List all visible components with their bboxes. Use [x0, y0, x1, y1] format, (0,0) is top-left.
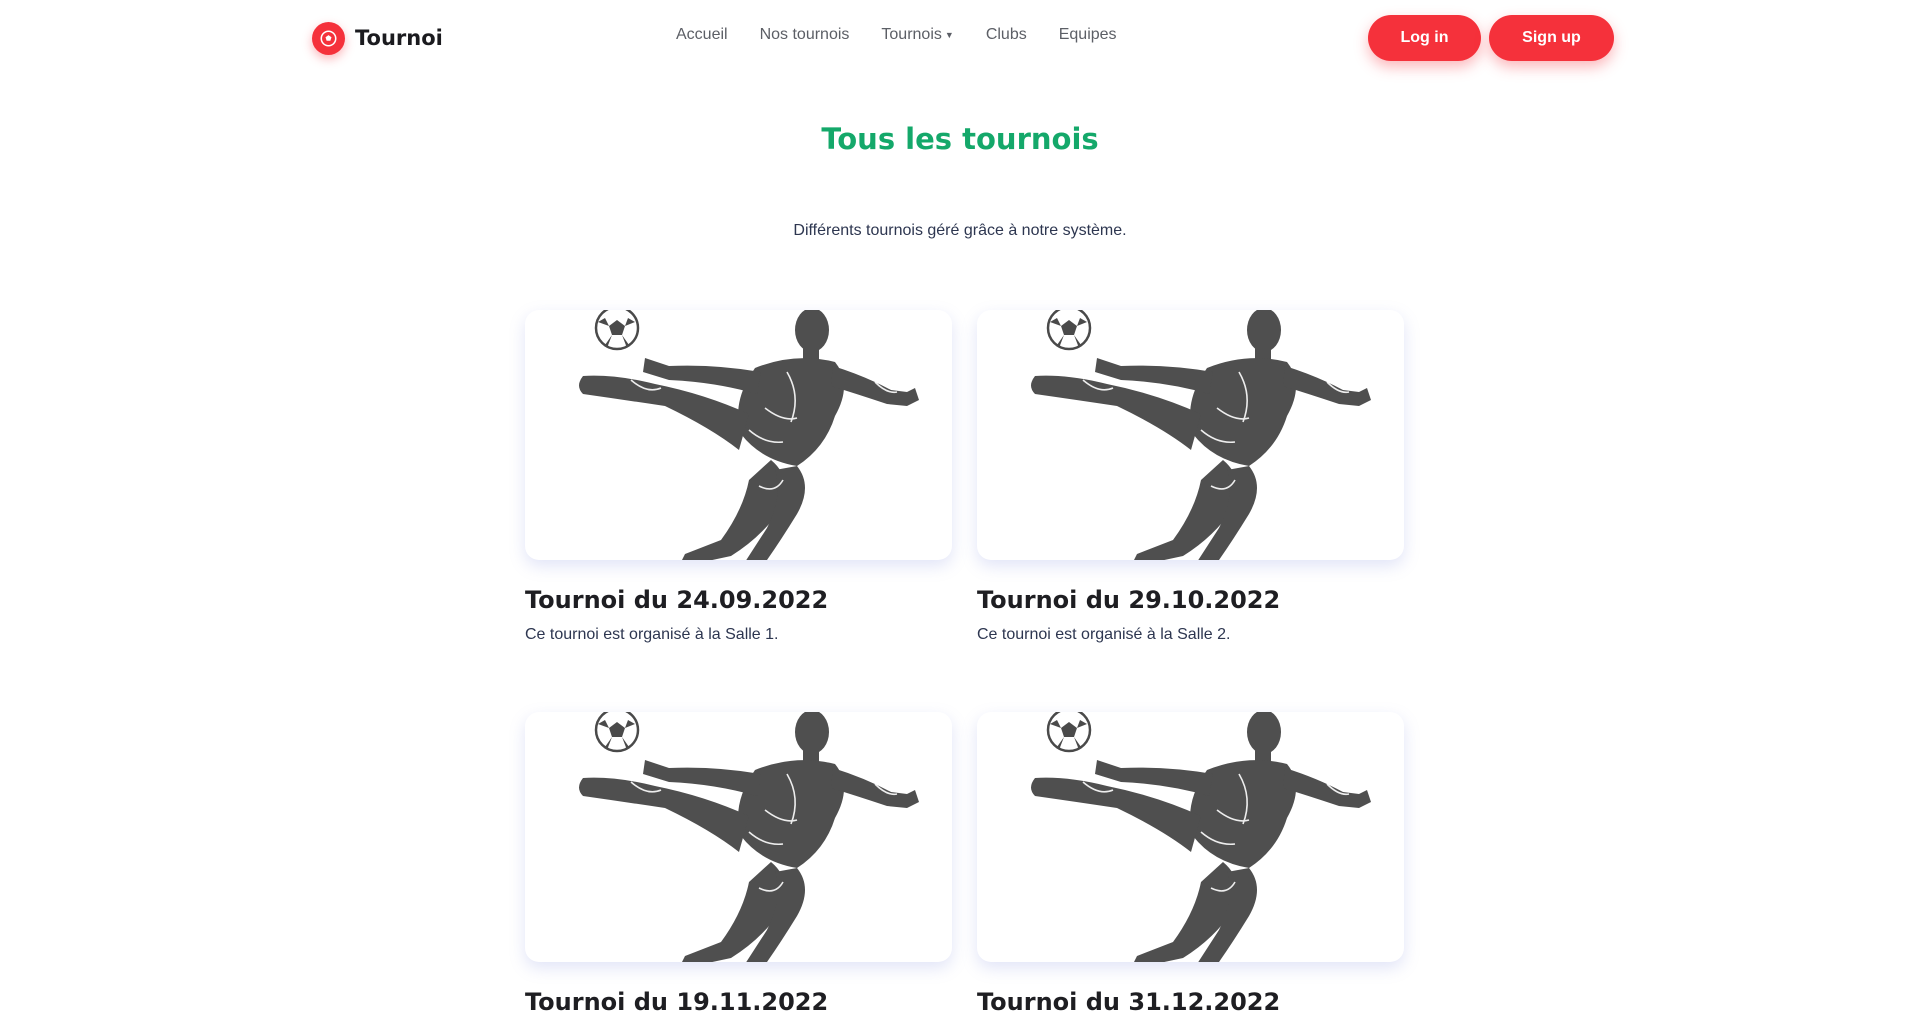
signup-button[interactable]: Sign up — [1489, 15, 1614, 61]
top-navbar: Tournoi Accueil Nos tournois Tournois ▼ C… — [0, 0, 1920, 78]
soccer-player-icon — [577, 310, 921, 560]
card-text: Ce tournoi est organisé à la Salle 1. — [525, 626, 779, 643]
soccer-player-icon — [1029, 712, 1373, 962]
nav-link-clubs[interactable]: Clubs — [986, 26, 1027, 44]
nav-dropdown-label: Tournois — [881, 26, 942, 43]
card-title: Tournoi du 31.12.2022 — [977, 988, 1281, 1016]
nav-link-accueil[interactable]: Accueil — [676, 26, 728, 44]
caret-down-icon: ▼ — [944, 29, 954, 40]
card-image — [525, 310, 952, 560]
login-button[interactable]: Log in — [1368, 15, 1481, 61]
card-title: Tournoi du 29.10.2022 — [977, 586, 1281, 614]
tournament-card[interactable]: Tournoi du 24.09.2022 Ce tournoi est org… — [525, 310, 952, 644]
soccer-player-icon — [577, 712, 921, 962]
tournament-card[interactable]: Tournoi du 29.10.2022 Ce tournoi est org… — [977, 310, 1404, 644]
page-title: Tous les tournois — [821, 122, 1099, 156]
page-subtitle: Différents tournois géré grâce à notre s… — [793, 222, 1127, 239]
main-nav: Accueil Nos tournois Tournois ▼ Clubs Equ… — [676, 26, 1117, 44]
card-title: Tournoi du 19.11.2022 — [525, 988, 829, 1016]
card-image — [977, 310, 1404, 560]
tournament-card[interactable]: Tournoi du 19.11.2022 — [525, 712, 952, 1016]
brand-name: Tournoi — [355, 26, 443, 50]
card-title: Tournoi du 24.09.2022 — [525, 586, 829, 614]
brand-link[interactable]: Tournoi — [312, 20, 443, 56]
card-image — [525, 712, 952, 962]
tournament-card[interactable]: Tournoi du 31.12.2022 — [977, 712, 1404, 1016]
card-image — [977, 712, 1404, 962]
nav-link-nos-tournois[interactable]: Nos tournois — [760, 26, 850, 44]
nav-dropdown-tournois[interactable]: Tournois ▼ — [881, 26, 953, 44]
card-text: Ce tournoi est organisé à la Salle 2. — [977, 626, 1231, 643]
nav-link-equipes[interactable]: Equipes — [1059, 26, 1117, 44]
soccer-ball-icon — [312, 21, 345, 55]
soccer-player-icon — [1029, 310, 1373, 560]
